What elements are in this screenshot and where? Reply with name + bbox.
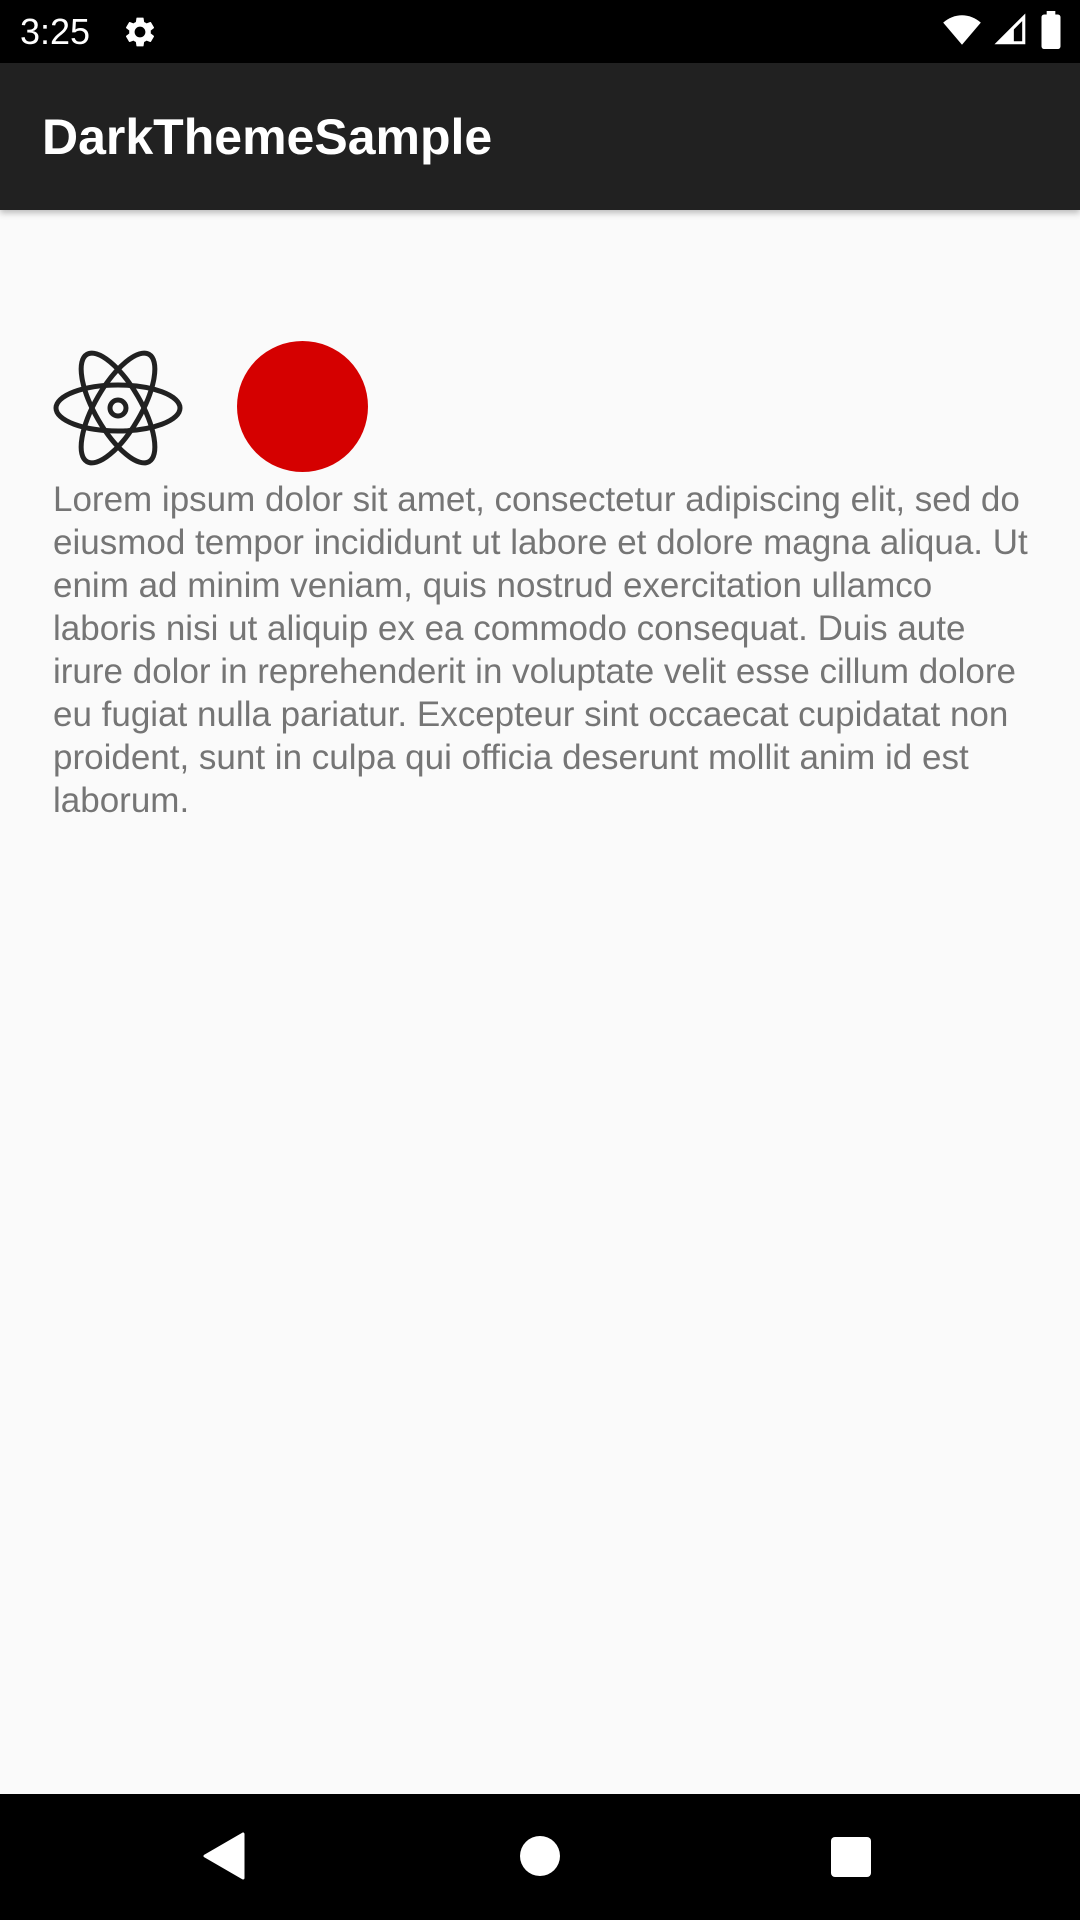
app-bar: DarkThemeSample bbox=[0, 63, 1080, 210]
battery-icon bbox=[1040, 10, 1062, 54]
navigation-bar bbox=[0, 1794, 1080, 1920]
app-title: DarkThemeSample bbox=[42, 109, 493, 165]
home-icon[interactable] bbox=[520, 1836, 560, 1876]
body-text: Lorem ipsum dolor sit amet, consectetur … bbox=[53, 480, 1028, 820]
recents-icon[interactable] bbox=[831, 1837, 871, 1877]
status-time: 3:25 bbox=[20, 11, 91, 52]
back-icon[interactable] bbox=[203, 1832, 245, 1880]
wifi-icon bbox=[942, 12, 982, 53]
cell-signal-icon bbox=[994, 12, 1028, 52]
status-bar: 3:25 bbox=[0, 0, 1080, 63]
red-circle bbox=[237, 341, 368, 472]
screen: 3:25 DarkThemeSample Lorem ipsum dolor s… bbox=[0, 0, 1080, 1920]
atom-icon bbox=[52, 342, 184, 474]
status-icons bbox=[942, 10, 1062, 54]
gear-icon bbox=[122, 14, 158, 50]
